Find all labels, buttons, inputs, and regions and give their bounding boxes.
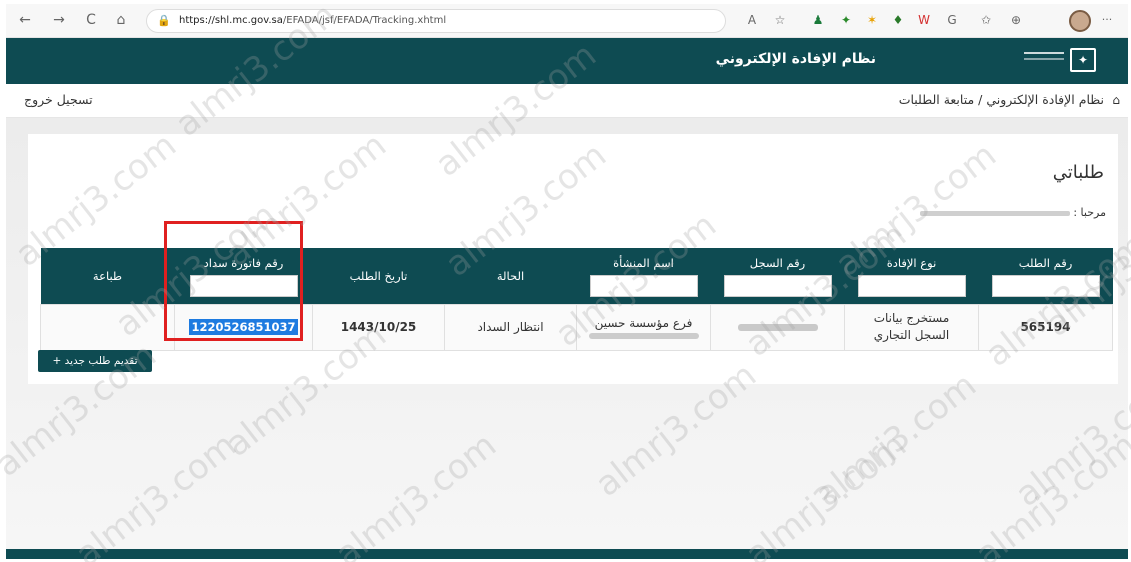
page-title: طلباتي: [1052, 162, 1104, 183]
filter-entity-name-input[interactable]: [589, 275, 698, 297]
logout-link[interactable]: تسجيل خروج: [24, 92, 93, 107]
column-label: اسم المنشأة: [613, 256, 674, 270]
page-root: ← → C ⌂ 🔒 https://shl.mc.gov.sa/EFADA/js…: [0, 0, 1131, 562]
highlight-box: [164, 221, 303, 341]
address-bar[interactable]: 🔒 https://shl.mc.gov.sa/EFADA/jsf/EFADA/…: [146, 9, 726, 33]
column-header-request-date: تاريخ الطلب: [312, 248, 445, 304]
home-icon[interactable]: ⌂: [112, 11, 130, 29]
breadcrumb[interactable]: نظام الإفادة الإلكتروني / متابعة الطلبات: [899, 92, 1104, 107]
forward-icon[interactable]: →: [50, 11, 68, 29]
url-path: /EFADA/jsf/EFADA/Tracking.xhtml: [282, 15, 447, 26]
column-header-status: الحالة: [444, 248, 577, 304]
cell-entity-name: فرع مؤسسة حسين: [576, 303, 711, 351]
column-label: تاريخ الطلب: [349, 268, 408, 283]
url-text: https://shl.mc.gov.sa/EFADA/jsf/EFADA/Tr…: [179, 15, 446, 26]
column-label: نوع الإفادة: [886, 256, 937, 270]
column-header-request-no: رقم الطلب: [978, 248, 1113, 304]
read-aloud-icon[interactable]: A: [744, 12, 760, 28]
favorite-add-icon[interactable]: ☆: [772, 12, 788, 28]
collections-icon[interactable]: ⊕: [1008, 12, 1024, 28]
column-header-record-no: رقم السجل: [710, 248, 845, 304]
extension-leaf-icon[interactable]: ✦: [838, 12, 854, 28]
extension-w-icon[interactable]: W: [916, 12, 932, 28]
entity-name-redacted: [588, 332, 699, 339]
filter-record-no-input[interactable]: [723, 275, 832, 297]
extension-pin-icon[interactable]: ♟: [810, 12, 826, 28]
breadcrumb-bar: ⌂ نظام الإفادة الإلكتروني / متابعة الطلب…: [6, 84, 1128, 118]
more-menu-icon[interactable]: ···: [1098, 11, 1116, 29]
cell-record-no: [710, 303, 845, 351]
column-header-entity-name: اسم المنشأة: [576, 248, 711, 304]
user-name-redacted: [920, 211, 1070, 216]
filter-certificate-type-input[interactable]: [857, 275, 966, 297]
cell-status: انتظار السداد: [444, 303, 577, 351]
lock-icon: 🔒: [157, 14, 171, 27]
refresh-icon[interactable]: C: [82, 11, 100, 29]
back-icon[interactable]: ←: [16, 11, 34, 29]
column-label: الحالة: [496, 268, 525, 283]
column-header-certificate-type: نوع الإفادة: [844, 248, 979, 304]
profile-avatar[interactable]: [1069, 10, 1091, 32]
cell-print[interactable]: [40, 303, 175, 351]
home-icon[interactable]: ⌂: [1112, 93, 1120, 107]
app-title: نظام الإفادة الإلكتروني: [715, 51, 876, 67]
new-request-button[interactable]: تقديم طلب جديد +: [38, 350, 152, 372]
cell-request-date: 1443/10/25: [312, 303, 445, 351]
footer-bar: [6, 549, 1128, 559]
extension-shield-icon[interactable]: ♦: [890, 12, 906, 28]
cell-certificate-type: مستخرج بيانات السجل التجاري: [844, 303, 979, 351]
favorites-icon[interactable]: ✩: [978, 12, 994, 28]
ministry-logo-icon: ✦: [1070, 48, 1096, 72]
app-header: ✦ نظام الإفادة الإلكتروني: [6, 38, 1128, 84]
column-label: رقم الطلب: [1018, 256, 1073, 270]
welcome-label: مرحبا :: [1073, 206, 1106, 219]
ministry-logo-text: [1024, 52, 1064, 60]
column-label: طباعة: [92, 268, 123, 283]
extension-star-icon[interactable]: ✶: [864, 12, 880, 28]
browser-toolbar: ← → C ⌂ 🔒 https://shl.mc.gov.sa/EFADA/js…: [6, 4, 1128, 38]
filter-request-no-input[interactable]: [991, 275, 1100, 297]
column-header-print: طباعة: [40, 248, 175, 304]
url-host: https://shl.mc.gov.sa: [179, 15, 283, 26]
entity-name-text: فرع مؤسسة حسين: [594, 315, 693, 330]
extension-g-icon[interactable]: G: [944, 12, 960, 28]
cell-request-no[interactable]: 565194: [978, 303, 1113, 351]
column-label: رقم السجل: [749, 256, 806, 270]
record-no-redacted: [737, 324, 818, 331]
